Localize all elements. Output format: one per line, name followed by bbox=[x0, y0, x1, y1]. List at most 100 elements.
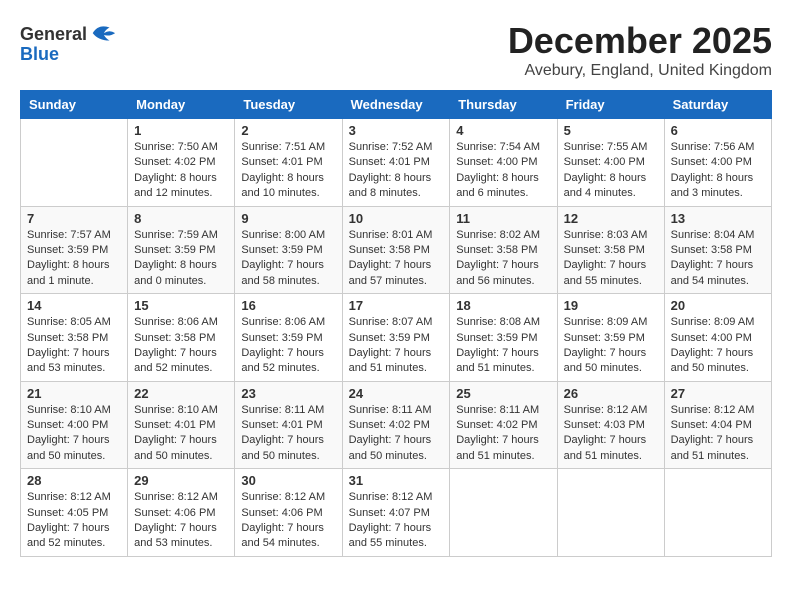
weekday-header-tuesday: Tuesday bbox=[235, 91, 342, 119]
calendar-day-24: 24Sunrise: 8:11 AM Sunset: 4:02 PM Dayli… bbox=[342, 381, 450, 469]
day-number: 12 bbox=[564, 211, 658, 226]
day-number: 21 bbox=[27, 386, 121, 401]
calendar-day-27: 27 Sunrise: 8:12 AM Sunset: 4:04 PM Dayli… bbox=[664, 381, 771, 469]
day-number: 4 bbox=[456, 123, 550, 138]
weekday-header-wednesday: Wednesday bbox=[342, 91, 450, 119]
weekday-header-monday: Monday bbox=[128, 91, 235, 119]
calendar-week-row: 21 Sunrise: 8:10 AM Sunset: 4:00 PM Dayli… bbox=[21, 381, 772, 469]
calendar-day-29: 29Sunrise: 8:12 AM Sunset: 4:06 PM Dayli… bbox=[128, 469, 235, 557]
day-number: 8 bbox=[134, 211, 228, 226]
day-number: 13 bbox=[671, 211, 765, 226]
day-number: 3 bbox=[349, 123, 444, 138]
calendar-day-5: 5Sunrise: 7:55 AM Sunset: 4:00 PM Daylig… bbox=[557, 119, 664, 207]
weekday-header-friday: Friday bbox=[557, 91, 664, 119]
calendar-day-10: 10 Sunrise: 8:01 AM Sunset: 3:58 PM Dayli… bbox=[342, 206, 450, 294]
calendar-day-28: 28 Sunrise: 8:12 AM Sunset: 4:05 PM Dayli… bbox=[21, 469, 128, 557]
day-info: Sunrise: 8:11 AM Sunset: 4:02 PM Dayligh… bbox=[456, 403, 550, 465]
empty-cell bbox=[557, 469, 664, 557]
day-number: 19 bbox=[564, 298, 658, 313]
calendar-table: SundayMondayTuesdayWednesdayThursdayFrid… bbox=[20, 90, 772, 557]
day-info: Sunrise: 7:50 AM Sunset: 4:02 PM Dayligh… bbox=[134, 140, 228, 202]
calendar-day-18: 18Sunrise: 8:08 AM Sunset: 3:59 PM Dayli… bbox=[450, 294, 557, 382]
day-info: Sunrise: 8:05 AM Sunset: 3:58 PM Dayligh… bbox=[27, 315, 121, 377]
day-number: 10 bbox=[349, 211, 444, 226]
day-number: 11 bbox=[456, 211, 550, 226]
empty-cell bbox=[664, 469, 771, 557]
calendar-day-25: 25 Sunrise: 8:11 AM Sunset: 4:02 PM Dayli… bbox=[450, 381, 557, 469]
calendar-day-19: 19Sunrise: 8:09 AM Sunset: 3:59 PM Dayli… bbox=[557, 294, 664, 382]
day-number: 27 bbox=[671, 386, 765, 401]
day-info: Sunrise: 8:10 AM Sunset: 4:00 PM Dayligh… bbox=[27, 403, 121, 465]
calendar-day-23: 23Sunrise: 8:11 AM Sunset: 4:01 PM Dayli… bbox=[235, 381, 342, 469]
day-info: Sunrise: 8:06 AM Sunset: 3:59 PM Dayligh… bbox=[241, 315, 335, 377]
day-info: Sunrise: 8:11 AM Sunset: 4:01 PM Dayligh… bbox=[241, 403, 335, 465]
day-info: Sunrise: 8:07 AM Sunset: 3:59 PM Dayligh… bbox=[349, 315, 444, 377]
calendar-week-row: 14 Sunrise: 8:05 AM Sunset: 3:58 PM Dayli… bbox=[21, 294, 772, 382]
day-number: 31 bbox=[349, 473, 444, 488]
calendar-day-31: 31 Sunrise: 8:12 AM Sunset: 4:07 PM Dayli… bbox=[342, 469, 450, 557]
day-info: Sunrise: 8:02 AM Sunset: 3:58 PM Dayligh… bbox=[456, 228, 550, 290]
empty-cell bbox=[450, 469, 557, 557]
day-number: 9 bbox=[241, 211, 335, 226]
month-title: December 2025 bbox=[508, 20, 772, 62]
day-number: 25 bbox=[456, 386, 550, 401]
calendar-day-11: 11 Sunrise: 8:02 AM Sunset: 3:58 PM Dayli… bbox=[450, 206, 557, 294]
day-info: Sunrise: 7:54 AM Sunset: 4:00 PM Dayligh… bbox=[456, 140, 550, 202]
day-number: 2 bbox=[241, 123, 335, 138]
day-number: 20 bbox=[671, 298, 765, 313]
day-number: 29 bbox=[134, 473, 228, 488]
logo-bird-icon bbox=[89, 20, 117, 48]
day-number: 22 bbox=[134, 386, 228, 401]
day-info: Sunrise: 7:55 AM Sunset: 4:00 PM Dayligh… bbox=[564, 140, 658, 202]
calendar-day-17: 17 Sunrise: 8:07 AM Sunset: 3:59 PM Dayli… bbox=[342, 294, 450, 382]
calendar-day-16: 16 Sunrise: 8:06 AM Sunset: 3:59 PM Dayli… bbox=[235, 294, 342, 382]
calendar-day-2: 2 Sunrise: 7:51 AM Sunset: 4:01 PM Daylig… bbox=[235, 119, 342, 207]
day-number: 1 bbox=[134, 123, 228, 138]
logo: General Blue bbox=[20, 20, 117, 65]
weekday-header-saturday: Saturday bbox=[664, 91, 771, 119]
day-info: Sunrise: 8:12 AM Sunset: 4:07 PM Dayligh… bbox=[349, 490, 444, 552]
day-number: 16 bbox=[241, 298, 335, 313]
day-info: Sunrise: 8:10 AM Sunset: 4:01 PM Dayligh… bbox=[134, 403, 228, 465]
day-info: Sunrise: 7:52 AM Sunset: 4:01 PM Dayligh… bbox=[349, 140, 444, 202]
day-info: Sunrise: 7:56 AM Sunset: 4:00 PM Dayligh… bbox=[671, 140, 765, 202]
logo-general-text: General bbox=[20, 24, 87, 45]
day-number: 24 bbox=[349, 386, 444, 401]
day-info: Sunrise: 8:08 AM Sunset: 3:59 PM Dayligh… bbox=[456, 315, 550, 377]
calendar-day-13: 13 Sunrise: 8:04 AM Sunset: 3:58 PM Dayli… bbox=[664, 206, 771, 294]
day-number: 17 bbox=[349, 298, 444, 313]
calendar-day-3: 3 Sunrise: 7:52 AM Sunset: 4:01 PM Daylig… bbox=[342, 119, 450, 207]
calendar-day-7: 7Sunrise: 7:57 AM Sunset: 3:59 PM Daylig… bbox=[21, 206, 128, 294]
calendar-week-row: 7Sunrise: 7:57 AM Sunset: 3:59 PM Daylig… bbox=[21, 206, 772, 294]
calendar-day-8: 8 Sunrise: 7:59 AM Sunset: 3:59 PM Daylig… bbox=[128, 206, 235, 294]
title-section: December 2025 Avebury, England, United K… bbox=[508, 20, 772, 80]
weekday-header-thursday: Thursday bbox=[450, 91, 557, 119]
day-info: Sunrise: 8:03 AM Sunset: 3:58 PM Dayligh… bbox=[564, 228, 658, 290]
day-info: Sunrise: 8:12 AM Sunset: 4:04 PM Dayligh… bbox=[671, 403, 765, 465]
day-number: 14 bbox=[27, 298, 121, 313]
day-info: Sunrise: 8:12 AM Sunset: 4:06 PM Dayligh… bbox=[241, 490, 335, 552]
day-info: Sunrise: 7:51 AM Sunset: 4:01 PM Dayligh… bbox=[241, 140, 335, 202]
empty-cell bbox=[21, 119, 128, 207]
day-number: 28 bbox=[27, 473, 121, 488]
day-info: Sunrise: 8:01 AM Sunset: 3:58 PM Dayligh… bbox=[349, 228, 444, 290]
day-number: 6 bbox=[671, 123, 765, 138]
weekday-header-sunday: Sunday bbox=[21, 91, 128, 119]
calendar-day-1: 1 Sunrise: 7:50 AM Sunset: 4:02 PM Daylig… bbox=[128, 119, 235, 207]
calendar-day-9: 9 Sunrise: 8:00 AM Sunset: 3:59 PM Daylig… bbox=[235, 206, 342, 294]
calendar-day-12: 12 Sunrise: 8:03 AM Sunset: 3:58 PM Dayli… bbox=[557, 206, 664, 294]
day-info: Sunrise: 8:04 AM Sunset: 3:58 PM Dayligh… bbox=[671, 228, 765, 290]
day-info: Sunrise: 7:59 AM Sunset: 3:59 PM Dayligh… bbox=[134, 228, 228, 290]
calendar-day-15: 15Sunrise: 8:06 AM Sunset: 3:58 PM Dayli… bbox=[128, 294, 235, 382]
calendar-header-row: SundayMondayTuesdayWednesdayThursdayFrid… bbox=[21, 91, 772, 119]
day-info: Sunrise: 8:09 AM Sunset: 4:00 PM Dayligh… bbox=[671, 315, 765, 377]
calendar-day-30: 30 Sunrise: 8:12 AM Sunset: 4:06 PM Dayli… bbox=[235, 469, 342, 557]
calendar-day-14: 14 Sunrise: 8:05 AM Sunset: 3:58 PM Dayli… bbox=[21, 294, 128, 382]
day-number: 30 bbox=[241, 473, 335, 488]
day-info: Sunrise: 8:12 AM Sunset: 4:03 PM Dayligh… bbox=[564, 403, 658, 465]
page-header: General Blue December 2025 Avebury, Engl… bbox=[20, 20, 772, 80]
day-info: Sunrise: 8:12 AM Sunset: 4:05 PM Dayligh… bbox=[27, 490, 121, 552]
day-number: 26 bbox=[564, 386, 658, 401]
calendar-day-22: 22 Sunrise: 8:10 AM Sunset: 4:01 PM Dayli… bbox=[128, 381, 235, 469]
day-info: Sunrise: 8:00 AM Sunset: 3:59 PM Dayligh… bbox=[241, 228, 335, 290]
